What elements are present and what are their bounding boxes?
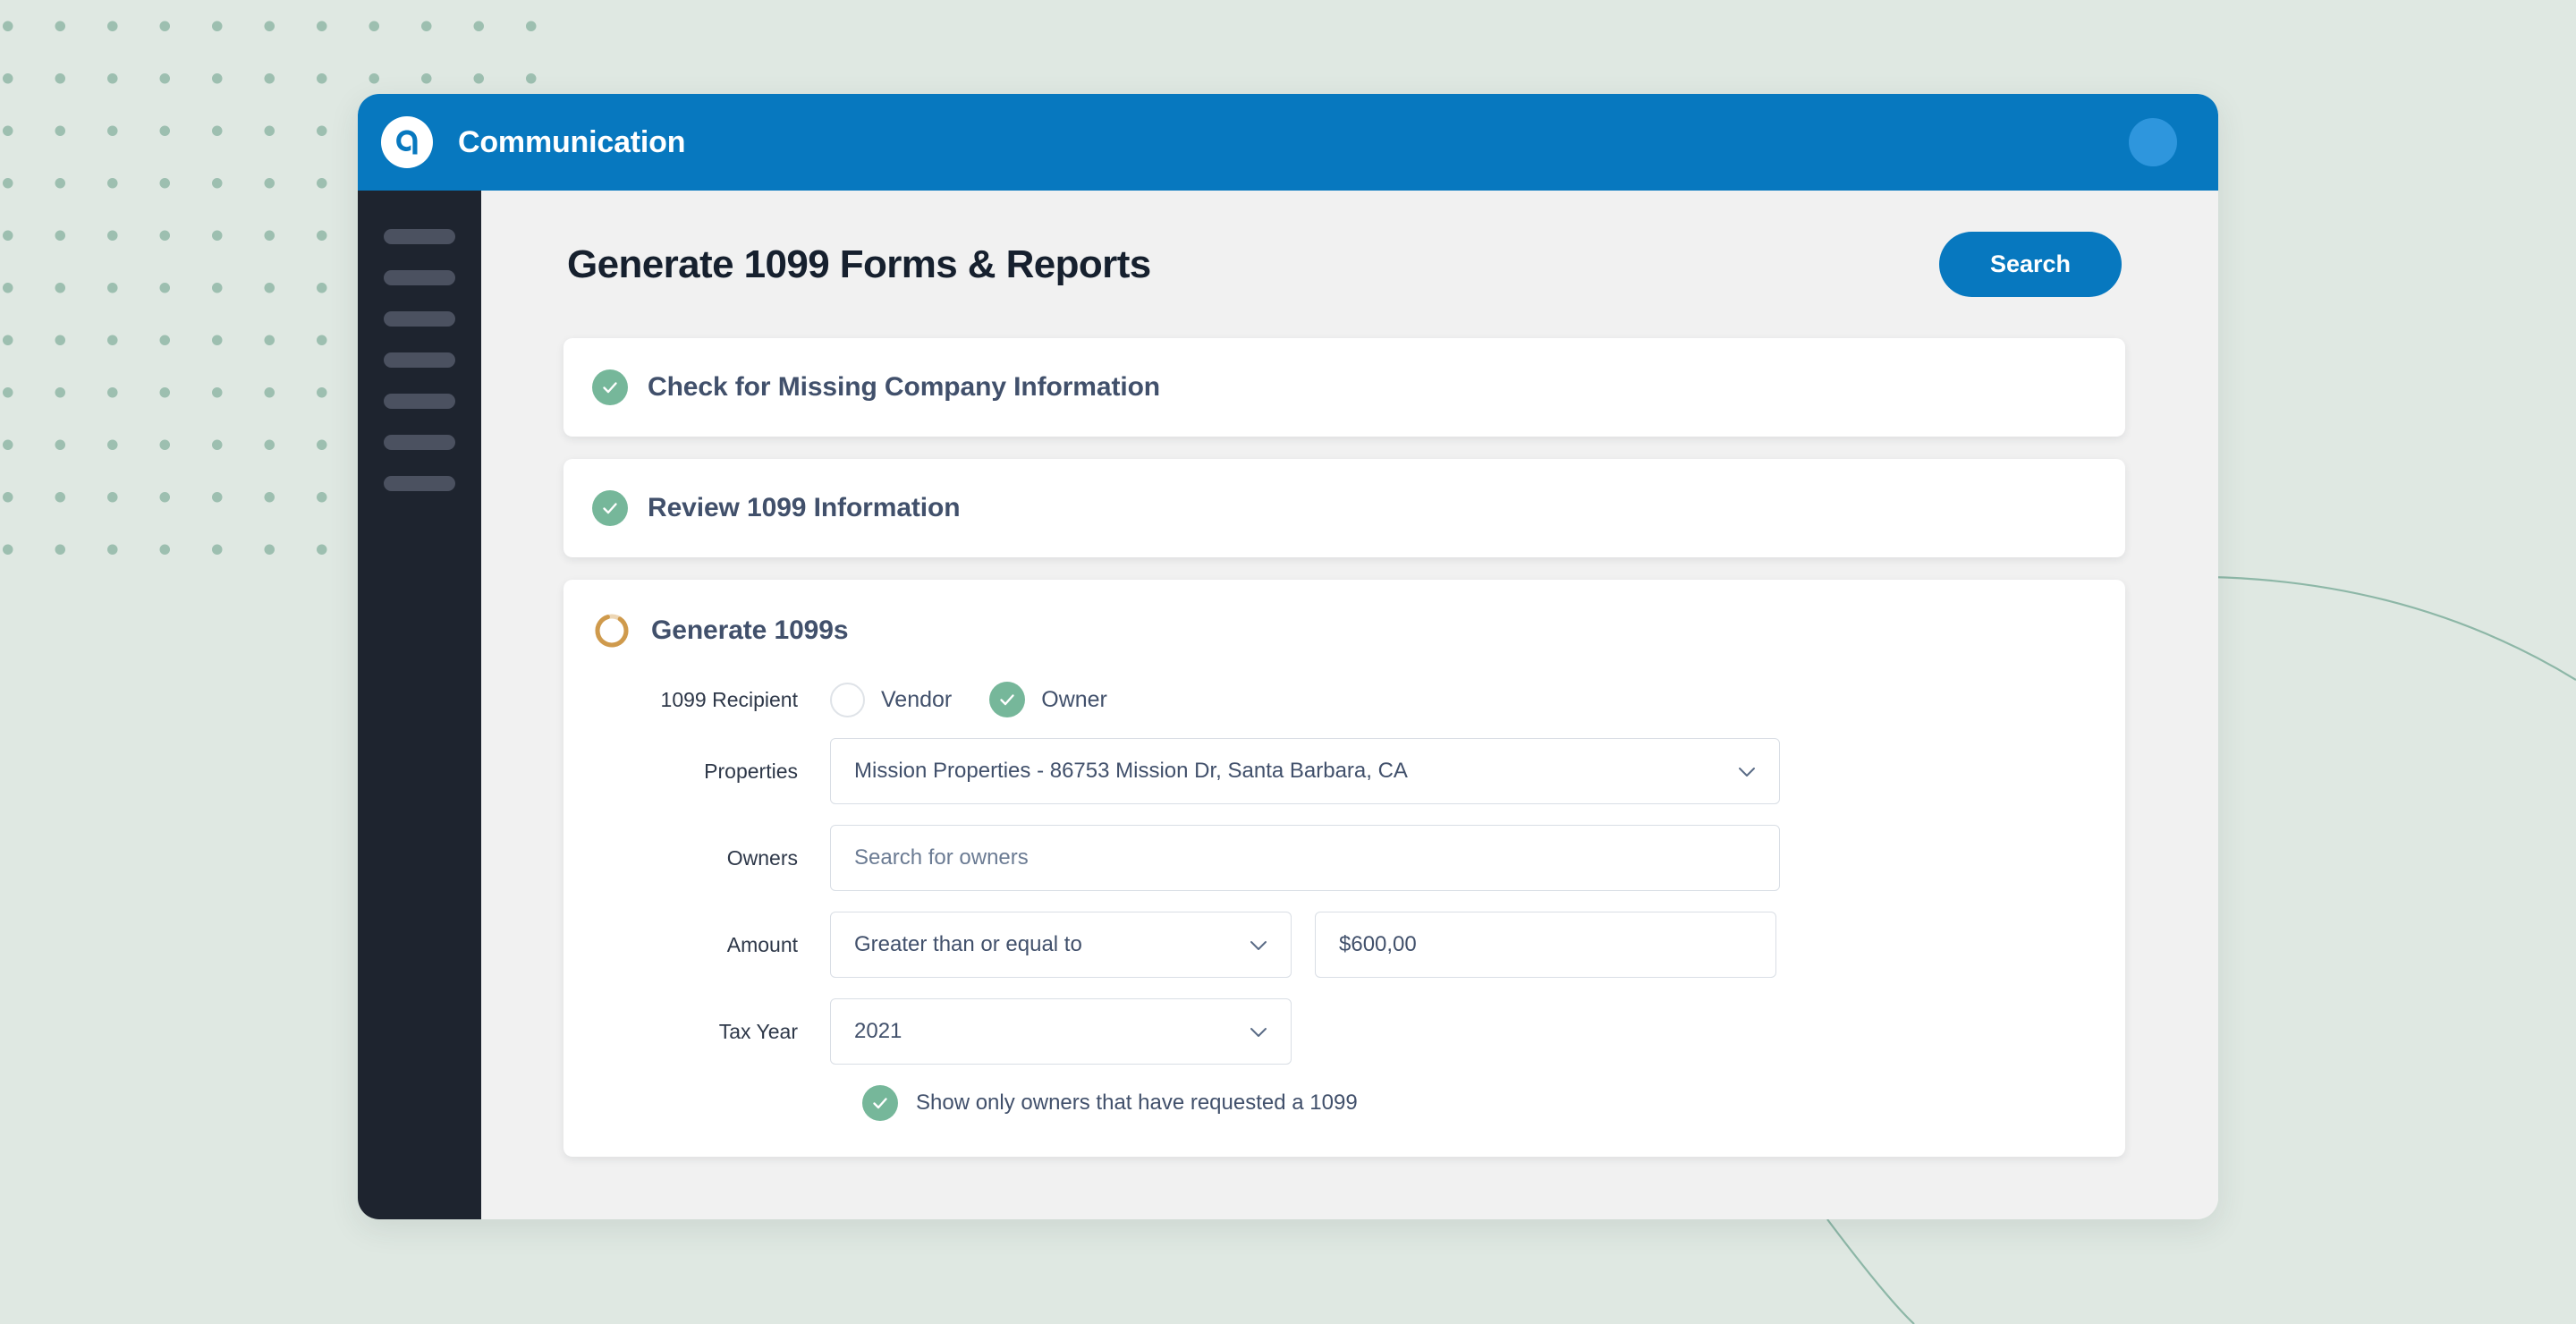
appfolio-a-logo-icon[interactable] bbox=[381, 116, 433, 168]
radio-label-vendor: Vendor bbox=[881, 686, 953, 712]
tax-year-select[interactable]: 2021 bbox=[830, 998, 1292, 1065]
radio-unselected-icon bbox=[830, 682, 865, 717]
recipient-label: 1099 Recipient bbox=[660, 687, 798, 711]
form-row-recipient: 1099 Recipient Vendor Owner bbox=[592, 682, 2097, 717]
sidebar-item-4[interactable] bbox=[384, 352, 455, 368]
requested-1099-checkbox-row[interactable]: Show only owners that have requested a 1… bbox=[830, 1085, 2097, 1121]
amount-value-text: $600,00 bbox=[1339, 932, 1417, 956]
sidebar-item-7[interactable] bbox=[384, 476, 455, 491]
owners-search-input[interactable]: Search for owners bbox=[830, 825, 1780, 891]
radio-option-vendor[interactable]: Vendor bbox=[830, 682, 953, 717]
owners-label: Owners bbox=[726, 845, 798, 870]
chevron-down-icon bbox=[1738, 759, 1756, 784]
step-header: Check for Missing Company Information bbox=[564, 338, 2125, 437]
amount-control: Greater than or equal to $600,00 bbox=[830, 912, 1776, 978]
radio-label-owner: Owner bbox=[1041, 686, 1107, 712]
requested-1099-checkbox-label: Show only owners that have requested a 1… bbox=[916, 1091, 1358, 1115]
window-body: Generate 1099 Forms & Reports Search Che… bbox=[358, 191, 2218, 1219]
step-card-check-missing-company-information[interactable]: Check for Missing Company Information bbox=[564, 338, 2125, 437]
form-row-owners: Owners Search for owners bbox=[592, 825, 2097, 891]
amount-value-input[interactable]: $600,00 bbox=[1315, 912, 1776, 978]
progress-ring-icon bbox=[592, 611, 631, 650]
recipient-radio-group: Vendor Owner bbox=[830, 682, 1145, 717]
owners-control: Search for owners bbox=[830, 825, 1780, 891]
search-button[interactable]: Search bbox=[1938, 232, 2122, 297]
properties-select[interactable]: Mission Properties - 86753 Mission Dr, S… bbox=[830, 738, 1780, 804]
tax-year-label: Tax Year bbox=[718, 1019, 798, 1043]
radio-selected-check-icon bbox=[989, 682, 1026, 717]
user-avatar-icon[interactable] bbox=[2129, 118, 2177, 166]
sidebar-item-1[interactable] bbox=[384, 229, 455, 244]
sidebar-item-2[interactable] bbox=[384, 270, 455, 285]
main-content: Generate 1099 Forms & Reports Search Che… bbox=[481, 191, 2218, 1219]
step-header[interactable]: Generate 1099s bbox=[564, 580, 2125, 682]
app-title: Communication bbox=[458, 124, 686, 159]
check-circle-icon bbox=[592, 369, 628, 405]
amount-operator-select[interactable]: Greater than or equal to bbox=[830, 912, 1292, 978]
generate-1099s-form: 1099 Recipient Vendor Owner Properties M… bbox=[564, 682, 2125, 1157]
owners-placeholder: Search for owners bbox=[854, 845, 1029, 870]
check-circle-icon bbox=[862, 1085, 898, 1121]
step-title: Generate 1099s bbox=[651, 615, 849, 645]
amount-operator-value: Greater than or equal to bbox=[854, 932, 1082, 956]
sidebar-item-6[interactable] bbox=[384, 435, 455, 450]
step-title: Review 1099 Information bbox=[648, 493, 961, 522]
radio-option-owner[interactable]: Owner bbox=[989, 682, 1107, 717]
properties-selected-value: Mission Properties - 86753 Mission Dr, S… bbox=[854, 759, 1408, 783]
check-circle-icon bbox=[592, 490, 628, 526]
properties-label: Properties bbox=[704, 759, 798, 783]
page-title: Generate 1099 Forms & Reports bbox=[567, 242, 1151, 286]
step-card-generate-1099s: Generate 1099s 1099 Recipient Vendor Own… bbox=[564, 580, 2125, 1157]
form-row-tax-year: Tax Year 2021 bbox=[592, 998, 2097, 1065]
properties-control: Mission Properties - 86753 Mission Dr, S… bbox=[830, 738, 1780, 804]
step-title: Check for Missing Company Information bbox=[648, 372, 1161, 402]
form-row-amount: Amount Greater than or equal to $600,00 bbox=[592, 912, 2097, 978]
chevron-down-icon bbox=[1250, 932, 1267, 957]
logo-glyph-icon bbox=[389, 124, 425, 160]
tax-year-value: 2021 bbox=[854, 1019, 902, 1043]
chevron-down-icon bbox=[1250, 1019, 1267, 1044]
page-header: Generate 1099 Forms & Reports Search bbox=[564, 232, 2125, 297]
step-card-review-1099-information[interactable]: Review 1099 Information bbox=[564, 459, 2125, 557]
sidebar-item-3[interactable] bbox=[384, 311, 455, 327]
app-header: Communication bbox=[358, 94, 2218, 191]
amount-label: Amount bbox=[726, 932, 798, 956]
step-header: Review 1099 Information bbox=[564, 459, 2125, 557]
tax-year-control: 2021 bbox=[830, 998, 1292, 1065]
sidebar-navigation bbox=[358, 191, 481, 1219]
app-window: Communication Generate 1099 Forms & Repo… bbox=[358, 94, 2218, 1219]
form-row-properties: Properties Mission Properties - 86753 Mi… bbox=[592, 738, 2097, 804]
sidebar-item-5[interactable] bbox=[384, 394, 455, 409]
